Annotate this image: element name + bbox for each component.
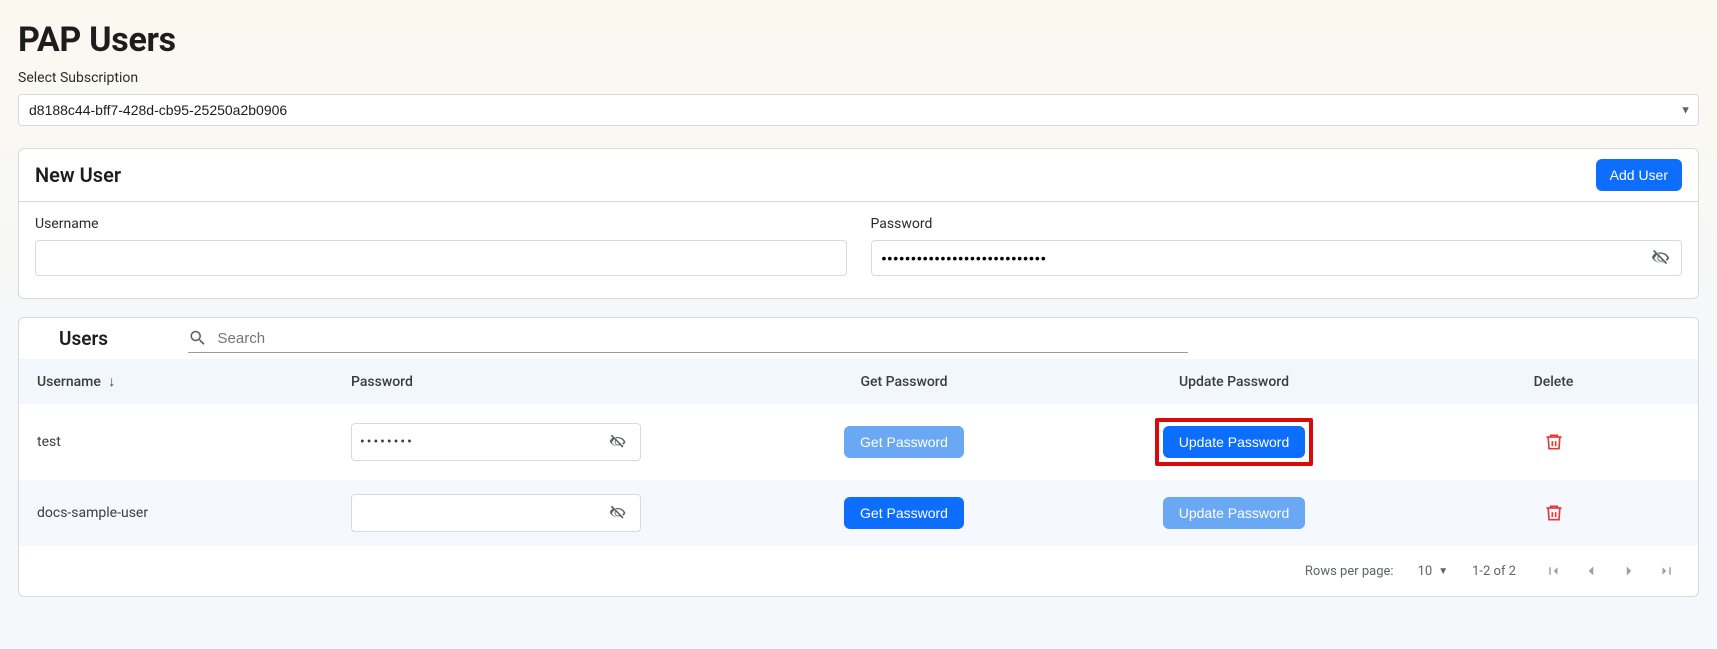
sort-descending-icon: ↓ — [108, 374, 115, 390]
password-cell[interactable]: •••••••• — [351, 423, 641, 461]
search-field[interactable] — [188, 324, 1188, 353]
password-cell[interactable] — [351, 494, 641, 532]
update-password-button[interactable]: Update Password — [1163, 426, 1306, 458]
users-table: Username ↓ Password Get Password Update … — [19, 359, 1698, 546]
rows-per-page-value: 10 — [1418, 564, 1433, 579]
username-label: Username — [35, 216, 847, 232]
page-last-button[interactable] — [1654, 558, 1680, 584]
eye-off-icon — [608, 432, 628, 452]
search-icon — [188, 328, 207, 348]
toggle-row-password-button[interactable] — [604, 428, 632, 456]
chevron-right-icon — [1620, 562, 1638, 580]
pagination-range: 1-2 of 2 — [1472, 564, 1516, 579]
get-password-button[interactable]: Get Password — [844, 497, 964, 529]
page-title: PAP Users — [18, 20, 1699, 60]
password-input[interactable] — [871, 240, 1683, 276]
eye-off-icon — [608, 503, 628, 523]
trash-icon — [1544, 432, 1564, 452]
rows-per-page-select[interactable]: 10 ▼ — [1418, 564, 1449, 579]
delete-row-button[interactable] — [1540, 428, 1568, 456]
page-first-button[interactable] — [1540, 558, 1566, 584]
cell-username: test — [19, 404, 339, 480]
toggle-password-visibility-button[interactable] — [1646, 243, 1676, 273]
subscription-label: Select Subscription — [18, 70, 1699, 86]
column-header-password: Password — [339, 359, 749, 404]
column-header-username-label: Username — [37, 374, 101, 390]
column-header-delete: Delete — [1409, 359, 1698, 404]
chevron-down-icon: ▼ — [1438, 566, 1448, 577]
subscription-select[interactable]: d8188c44-bff7-428d-cb95-25250a2b0906 ▼ — [18, 94, 1699, 126]
chevron-left-icon — [1582, 562, 1600, 580]
update-password-button[interactable]: Update Password — [1163, 497, 1306, 529]
cell-username: docs-sample-user — [19, 480, 339, 546]
page-last-icon — [1658, 562, 1676, 580]
highlight-box: Update Password — [1155, 418, 1314, 466]
column-header-get-password: Get Password — [749, 359, 1059, 404]
delete-row-button[interactable] — [1540, 499, 1568, 527]
table-footer: Rows per page: 10 ▼ 1-2 of 2 — [19, 546, 1698, 596]
page-prev-button[interactable] — [1578, 558, 1604, 584]
password-label: Password — [871, 216, 1683, 232]
page-first-icon — [1544, 562, 1562, 580]
new-user-title: New User — [35, 163, 121, 187]
password-masked: •••••••• — [360, 434, 604, 450]
column-header-update-password: Update Password — [1059, 359, 1409, 404]
column-header-username[interactable]: Username ↓ — [19, 359, 339, 404]
username-input[interactable] — [35, 240, 847, 276]
new-user-card: New User Add User Username Password — [18, 148, 1699, 299]
trash-icon — [1544, 503, 1564, 523]
toggle-row-password-button[interactable] — [604, 499, 632, 527]
users-title: Users — [59, 327, 108, 350]
subscription-select-value[interactable]: d8188c44-bff7-428d-cb95-25250a2b0906 — [18, 94, 1699, 126]
users-card: Users Username ↓ Password Get Password U… — [18, 317, 1699, 597]
rows-per-page-label: Rows per page: — [1305, 564, 1394, 579]
get-password-button[interactable]: Get Password — [844, 426, 964, 458]
add-user-button[interactable]: Add User — [1596, 159, 1682, 191]
table-row: docs-sample-user Get Password Update Pas… — [19, 480, 1698, 546]
page-next-button[interactable] — [1616, 558, 1642, 584]
search-input[interactable] — [216, 329, 1189, 348]
table-row: test •••••••• Get Password Update Passwo… — [19, 404, 1698, 480]
eye-off-icon — [1650, 247, 1672, 269]
